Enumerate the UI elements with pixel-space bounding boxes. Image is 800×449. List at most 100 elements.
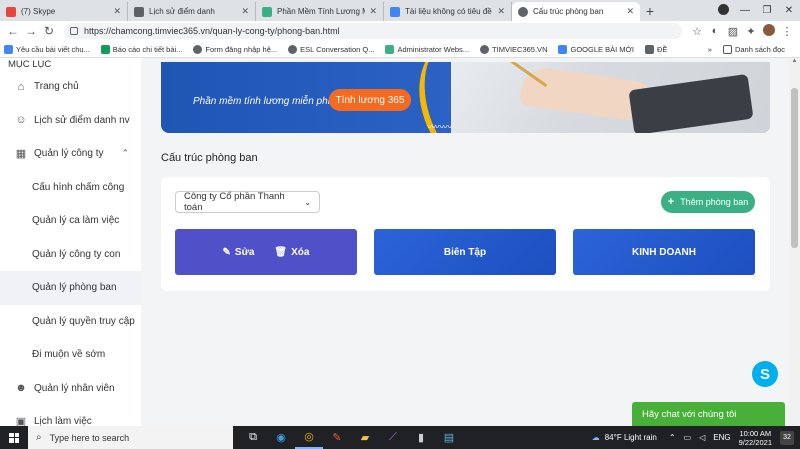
minimize-icon[interactable]: — [734, 5, 756, 16]
paint-bucket-icon[interactable]: ▮ [407, 426, 435, 449]
chrome-icon[interactable]: ◎ [295, 426, 323, 449]
bookmark-favicon-icon [288, 44, 298, 54]
close-tab-icon[interactable]: ✕ [241, 6, 249, 17]
bookmark-star-icon[interactable]: ☆ [688, 25, 706, 38]
department-card: Công ty Cổ phần Thanh toán ⌄ + Thêm phòn… [161, 177, 770, 291]
bookmark-item[interactable]: Yêu cầu bài viết chu... [4, 44, 90, 54]
skype-chat-icon[interactable]: S [752, 361, 778, 387]
paint-app-icon[interactable]: ✎ [323, 426, 351, 449]
file-explorer-icon[interactable]: ▰ [351, 426, 379, 449]
chat-widget-button[interactable]: Hãy chat với chúng tôi [632, 402, 785, 426]
close-tab-icon[interactable]: ✕ [497, 6, 505, 17]
sidebar-item-attendance-config[interactable]: Cấu hình chấm công [0, 171, 141, 205]
scroll-up-icon[interactable]: ▲ [789, 58, 800, 69]
system-clock[interactable]: 10:00 AM 9/22/2021 [739, 429, 772, 447]
bookmark-item[interactable]: ESL Conversation Q... [288, 44, 375, 54]
volume-icon[interactable]: ◁ [699, 433, 705, 442]
sidebar-item-shift-management[interactable]: Quản lý ca làm việc [0, 204, 141, 238]
extension-icon[interactable]: ◐ [706, 25, 724, 37]
bookmark-item[interactable]: ĐỀ [645, 44, 667, 54]
bookmark-item[interactable]: Form đăng nhập hệ... [193, 44, 277, 54]
page-favicon-icon [134, 6, 144, 17]
add-department-button[interactable]: + Thêm phòng ban [661, 191, 755, 213]
snipping-tool-icon[interactable]: ▤ [435, 426, 463, 449]
extension-icon[interactable]: ▨ [724, 25, 742, 38]
browser-tab-department-structure[interactable]: Cấu trúc phòng ban ✕ [512, 2, 640, 21]
sidebar-item-subsidiary-management[interactable]: Quản lý công ty con [0, 238, 141, 272]
plus-icon: + [667, 196, 675, 208]
page-scrollbar[interactable]: ▲ [789, 58, 800, 426]
browser-tab-google-docs[interactable]: Tài liệu không có tiêu đề - Go ✕ [384, 2, 512, 21]
bookmark-favicon-icon [645, 44, 655, 54]
skype-favicon-icon [6, 6, 16, 17]
tab-search-icon[interactable] [712, 3, 734, 18]
task-view-icon[interactable]: ⧉ [239, 426, 267, 449]
sidebar-item-label: Lịch sử điểm danh nv [34, 114, 130, 126]
bookmark-item[interactable]: GOOGLE BÀI MỚI [558, 44, 634, 54]
browser-tab-skype[interactable]: (7) Skype ✕ [0, 2, 128, 21]
onenote-icon[interactable]: ⟋ [379, 426, 407, 449]
bookmark-favicon-icon [558, 44, 568, 54]
network-icon[interactable]: ▭ [684, 433, 692, 442]
close-tab-icon[interactable]: ✕ [113, 6, 121, 17]
sidebar-item-department-management[interactable]: Quản lý phòng ban [0, 271, 141, 305]
bookmark-item[interactable]: Báo cáo chi tiết bài... [100, 44, 182, 54]
browser-tab-payroll-software[interactable]: Phần Mềm Tính Lương Miễn ✕ [256, 2, 384, 21]
notification-center-button[interactable]: 32 [780, 430, 794, 445]
new-tab-button[interactable]: + [640, 2, 660, 21]
forward-icon[interactable]: → [22, 24, 40, 38]
department-tile-editorial[interactable]: Biên Tập [374, 229, 556, 275]
delete-label: Xóa [291, 246, 310, 258]
docs-favicon-icon [390, 6, 400, 17]
browser-toolbar: ← → ↻ https://chamcong.timviec365.vn/qua… [0, 21, 800, 41]
back-icon[interactable]: ← [4, 24, 22, 38]
start-button[interactable] [0, 432, 28, 443]
bookmark-item[interactable]: Administrator Webs... [385, 44, 469, 54]
tray-overflow-icon[interactable]: ⌃ [669, 433, 676, 442]
address-bar[interactable]: https://chamcong.timviec365.vn/quan-ly-c… [64, 23, 682, 39]
sidebar-item-label: Lịch làm việc [34, 416, 92, 426]
sidebar-item-company-management[interactable]: ▦ Quản lý công ty ⌃ [0, 137, 141, 171]
clock-time: 10:00 AM [739, 428, 772, 438]
reading-list-button[interactable]: Danh sách đọc [722, 44, 785, 54]
window-controls: — ❐ ✕ [712, 0, 800, 21]
close-tab-icon[interactable]: ✕ [369, 6, 377, 17]
sidebar-item-label: Đi muộn về sớm [32, 349, 106, 361]
taskbar-search-box[interactable]: ⌕ Type here to search [28, 426, 233, 449]
calculate-salary-button[interactable]: Tính lương 365 [329, 89, 411, 111]
browser-tab-attendance-history[interactable]: Lịch sử điểm danh ✕ [128, 2, 256, 21]
edge-icon[interactable]: ◉ [267, 426, 295, 449]
close-window-icon[interactable]: ✕ [778, 5, 800, 16]
bookmarks-bar: Yêu cầu bài viết chu... Báo cáo chi tiết… [0, 41, 800, 58]
sidebar-item-access-management[interactable]: Quản lý quyền truy cập [0, 305, 141, 339]
main-content: Phần mềm tính lương miễn phí Tính lương … [141, 58, 789, 426]
language-indicator[interactable]: ENG [713, 433, 730, 442]
sidebar-item-attendance-history[interactable]: ☺ Lịch sử điểm danh nv [0, 104, 141, 138]
weather-widget[interactable]: ☁ 84°F Light rain [592, 433, 657, 442]
home-icon: ⌂ [17, 80, 25, 93]
extensions-puzzle-icon[interactable]: ✦ [742, 25, 760, 38]
department-tile-sales[interactable]: KINH DOANH [573, 229, 755, 275]
close-tab-icon[interactable]: ✕ [626, 6, 634, 17]
sidebar-item-late-early[interactable]: Đi muộn về sớm [0, 338, 141, 372]
bookmark-label: ESL Conversation Q... [300, 44, 375, 54]
bookmark-item[interactable]: TIMVIEC365.VN [480, 44, 547, 54]
maximize-icon[interactable]: ❐ [756, 5, 778, 16]
profile-avatar[interactable] [760, 23, 778, 39]
sidebar-item-work-schedule[interactable]: ▣ Lịch làm việc [0, 405, 141, 426]
sidebar-item-employee-management[interactable]: ☻ Quản lý nhân viên [0, 372, 141, 406]
menu-kebab-icon[interactable]: ⋮ [778, 25, 796, 38]
bookmark-favicon-icon [480, 44, 490, 54]
tab-title: Tài liệu không có tiêu đề - Go [405, 7, 493, 16]
company-select[interactable]: Công ty Cổ phần Thanh toán ⌄ [175, 191, 320, 213]
scrollbar-thumb[interactable] [791, 88, 798, 248]
bookmarks-more-button[interactable]: » [708, 45, 712, 54]
delete-button[interactable]: 🗑 Xóa [274, 247, 309, 258]
edit-button[interactable]: ✎ Sửa [223, 247, 255, 258]
sidebar-item-home[interactable]: ⌂ Trang chủ [0, 70, 141, 104]
user-clock-icon: ☺ [15, 114, 27, 127]
department-actions-tile: ✎ Sửa 🗑 Xóa [175, 229, 357, 275]
bookmark-favicon-icon [193, 44, 203, 54]
reload-icon[interactable]: ↻ [40, 24, 58, 38]
browser-tab-strip: (7) Skype ✕ Lịch sử điểm danh ✕ Phần Mềm… [0, 0, 800, 21]
